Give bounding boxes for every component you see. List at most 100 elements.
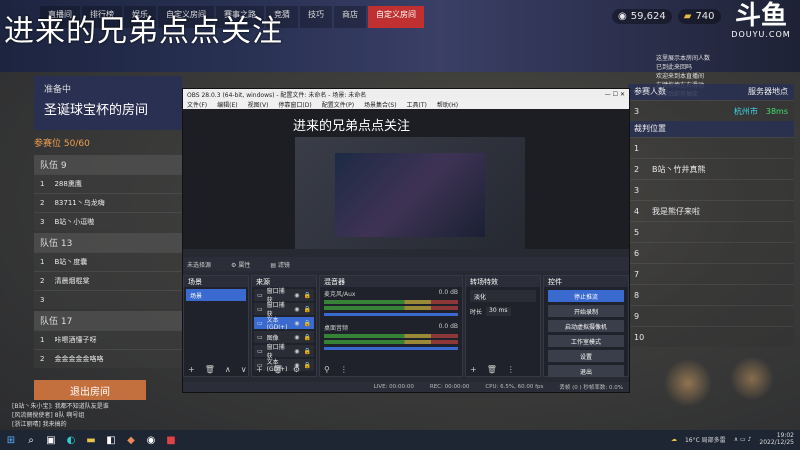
transition-select[interactable]: 淡化 bbox=[470, 290, 536, 302]
team-member-row[interactable]: 3 bbox=[34, 290, 182, 309]
exit-room-button[interactable]: 退出房间 bbox=[34, 380, 146, 400]
link-icon[interactable]: ⚲ bbox=[324, 365, 330, 374]
transitions-dock: 转场特效 淡化 时长 30 ms + 🗑 ⋮ bbox=[465, 275, 541, 377]
nested-overlay-title: 进来的兄弟点点关注 bbox=[293, 119, 411, 134]
team-member-row[interactable]: 2 清晨烟棍棠 bbox=[34, 271, 182, 290]
control-button[interactable]: 停止推流 bbox=[548, 290, 624, 302]
duration-value[interactable]: 30 ms bbox=[486, 307, 511, 316]
eye-icon[interactable]: ◉ bbox=[294, 334, 299, 341]
maximize-icon[interactable]: ☐ bbox=[613, 91, 618, 98]
control-button[interactable]: 退出 bbox=[548, 365, 624, 377]
trash-icon[interactable]: 🗑 bbox=[487, 365, 497, 374]
team-member-row[interactable]: 1 B站丶度囊 bbox=[34, 252, 182, 271]
lock-icon[interactable]: 🔒 bbox=[304, 348, 311, 355]
control-button[interactable]: 工作室模式 bbox=[548, 335, 624, 347]
edge-icon[interactable]: ◐ bbox=[64, 433, 78, 447]
add-icon[interactable]: + bbox=[470, 365, 477, 374]
obs-menu-item[interactable]: 停靠窗口(D) bbox=[278, 100, 311, 109]
eye-icon[interactable]: ◉ bbox=[294, 292, 299, 299]
team-member-row[interactable]: 2 金金金金金咯咯 bbox=[34, 349, 182, 368]
windows-start-icon[interactable]: ⊞ bbox=[4, 433, 18, 447]
source-item[interactable]: ▭ 文本(GDI+) ◉ 🔒 bbox=[254, 317, 314, 331]
team-member-row[interactable]: 2 83711丶乌龙嗨 bbox=[34, 193, 182, 212]
store-icon[interactable]: ◧ bbox=[104, 433, 118, 447]
clock-date: 2022/12/25 bbox=[759, 439, 794, 446]
menu-icon[interactable]: ⋮ bbox=[340, 365, 348, 374]
task-view-icon[interactable]: ▣ bbox=[44, 433, 58, 447]
eye-icon[interactable]: ◉ bbox=[294, 348, 299, 355]
judge-row[interactable]: 5 bbox=[628, 221, 794, 242]
nav-item[interactable]: 商店 bbox=[334, 6, 366, 28]
room-status: 准备中 bbox=[44, 85, 72, 95]
row-number: 8 bbox=[634, 290, 640, 300]
volume-slider[interactable] bbox=[324, 313, 458, 316]
close-icon[interactable]: ✕ bbox=[620, 91, 625, 98]
up-icon[interactable]: ∧ bbox=[225, 365, 231, 374]
obs-menu-item[interactable]: 帮助(H) bbox=[437, 100, 458, 109]
windows-taskbar: ⊞ ⌕ ▣ ◐ ▬ ◧ ◆ ◉ ■ ☁ 16°C 局部多雷 ∧ ▭ ♪ 19:0… bbox=[0, 430, 800, 450]
gear-icon[interactable]: ⚙ bbox=[293, 365, 300, 374]
eye-icon[interactable]: ◉ bbox=[294, 320, 299, 327]
obs-menu-item[interactable]: 视图(V) bbox=[248, 100, 269, 109]
eye-icon[interactable]: ◉ bbox=[294, 306, 299, 313]
folder-icon[interactable]: ▬ bbox=[84, 433, 98, 447]
lock-icon[interactable]: 🔒 bbox=[304, 320, 311, 327]
trash-icon[interactable]: 🗑 bbox=[273, 365, 283, 374]
server-panel: 参赛人数 服务器地点 3 杭州市 38ms 裁判位置 1 2 B站丶竹井真熊 3 4 我是… bbox=[628, 84, 794, 354]
filters-button[interactable]: ▤ 滤镜 bbox=[270, 260, 290, 269]
trash-icon[interactable]: 🗑 bbox=[205, 365, 215, 374]
source-item[interactable]: ▭ 窗口捕获 ◉ 🔒 bbox=[254, 344, 314, 360]
clock[interactable]: 19:02 2022/12/25 bbox=[759, 432, 794, 446]
game-app-icon[interactable]: ■ bbox=[164, 433, 178, 447]
judge-row[interactable]: 2 B站丶竹井真熊 bbox=[628, 158, 794, 179]
add-icon[interactable]: + bbox=[188, 365, 195, 374]
obs-menu-item[interactable]: 编辑(E) bbox=[217, 100, 237, 109]
add-icon[interactable]: + bbox=[256, 365, 263, 374]
mixer-dock: 混音器 麦克风/Aux 0.0 dB 桌面音频 0.0 dB ⚲ ⋮ bbox=[319, 275, 463, 377]
obs-preview[interactable]: 进来的兄弟点点关注 bbox=[183, 109, 629, 249]
control-button[interactable]: 设置 bbox=[548, 350, 624, 362]
menu-icon[interactable]: ⋮ bbox=[507, 365, 515, 374]
control-button[interactable]: 开始录制 bbox=[548, 305, 624, 317]
scene-item[interactable]: 场景 bbox=[186, 289, 246, 301]
judge-row[interactable]: 6 bbox=[628, 242, 794, 263]
judge-row[interactable]: 9 bbox=[628, 305, 794, 326]
lock-icon[interactable]: 🔒 bbox=[304, 292, 311, 299]
nav-item[interactable]: 技巧 bbox=[300, 6, 332, 28]
lock-icon[interactable]: 🔒 bbox=[304, 362, 311, 369]
down-icon[interactable]: ∨ bbox=[241, 365, 247, 374]
team-member-row[interactable]: 1 288熏鹰 bbox=[34, 174, 182, 193]
lock-icon[interactable]: 🔒 bbox=[304, 334, 311, 341]
nav-item[interactable]: 自定义房间 bbox=[368, 6, 424, 28]
rec-status: REC: 00:00:00 bbox=[429, 384, 470, 390]
obs-app-icon[interactable]: ◉ bbox=[144, 433, 158, 447]
properties-button[interactable]: ⚙ 属性 bbox=[231, 260, 250, 269]
room-name: 圣诞球宝杯的房间 bbox=[44, 103, 149, 118]
search-icon[interactable]: ⌕ bbox=[24, 433, 38, 447]
judge-row[interactable]: 4 我是熊仔来啦 bbox=[628, 200, 794, 221]
member-slot: 1 bbox=[40, 258, 45, 266]
lock-icon[interactable]: 🔒 bbox=[304, 306, 311, 313]
member-name: 83711丶乌龙嗨 bbox=[54, 199, 105, 207]
judge-row[interactable]: 1 bbox=[628, 137, 794, 158]
obs-menu-item[interactable]: 配置文件(P) bbox=[322, 100, 354, 109]
judge-row[interactable]: 10 bbox=[628, 326, 794, 347]
obs-menu-item[interactable]: 工具(T) bbox=[407, 100, 427, 109]
duration-label: 时长 bbox=[470, 309, 483, 316]
judge-row[interactable]: 7 bbox=[628, 263, 794, 284]
obs-menu-item[interactable]: 文件(F) bbox=[187, 100, 207, 109]
judge-row[interactable]: 3 bbox=[628, 179, 794, 200]
tray-icons[interactable]: ∧ ▭ ♪ bbox=[734, 436, 752, 443]
control-button[interactable]: 启动虚拟摄像机 bbox=[548, 320, 624, 332]
minimize-icon[interactable]: — bbox=[605, 91, 611, 98]
app-icon[interactable]: ◆ bbox=[124, 433, 138, 447]
volume-meter bbox=[324, 334, 458, 338]
team-member-row[interactable]: 1 咔嚓酒懂子呀 bbox=[34, 330, 182, 349]
judge-row[interactable]: 8 bbox=[628, 284, 794, 305]
volume-slider[interactable] bbox=[324, 347, 458, 350]
team-member-row[interactable]: 3 B站丶小逗嗷 bbox=[34, 212, 182, 231]
volume-meter bbox=[324, 306, 458, 310]
obs-menu-item[interactable]: 场景集合(S) bbox=[364, 100, 397, 109]
source-item[interactable]: ▭ 窗口捕获 ◉ 🔒 bbox=[254, 302, 314, 318]
team-name: 队伍 13 bbox=[34, 233, 182, 252]
